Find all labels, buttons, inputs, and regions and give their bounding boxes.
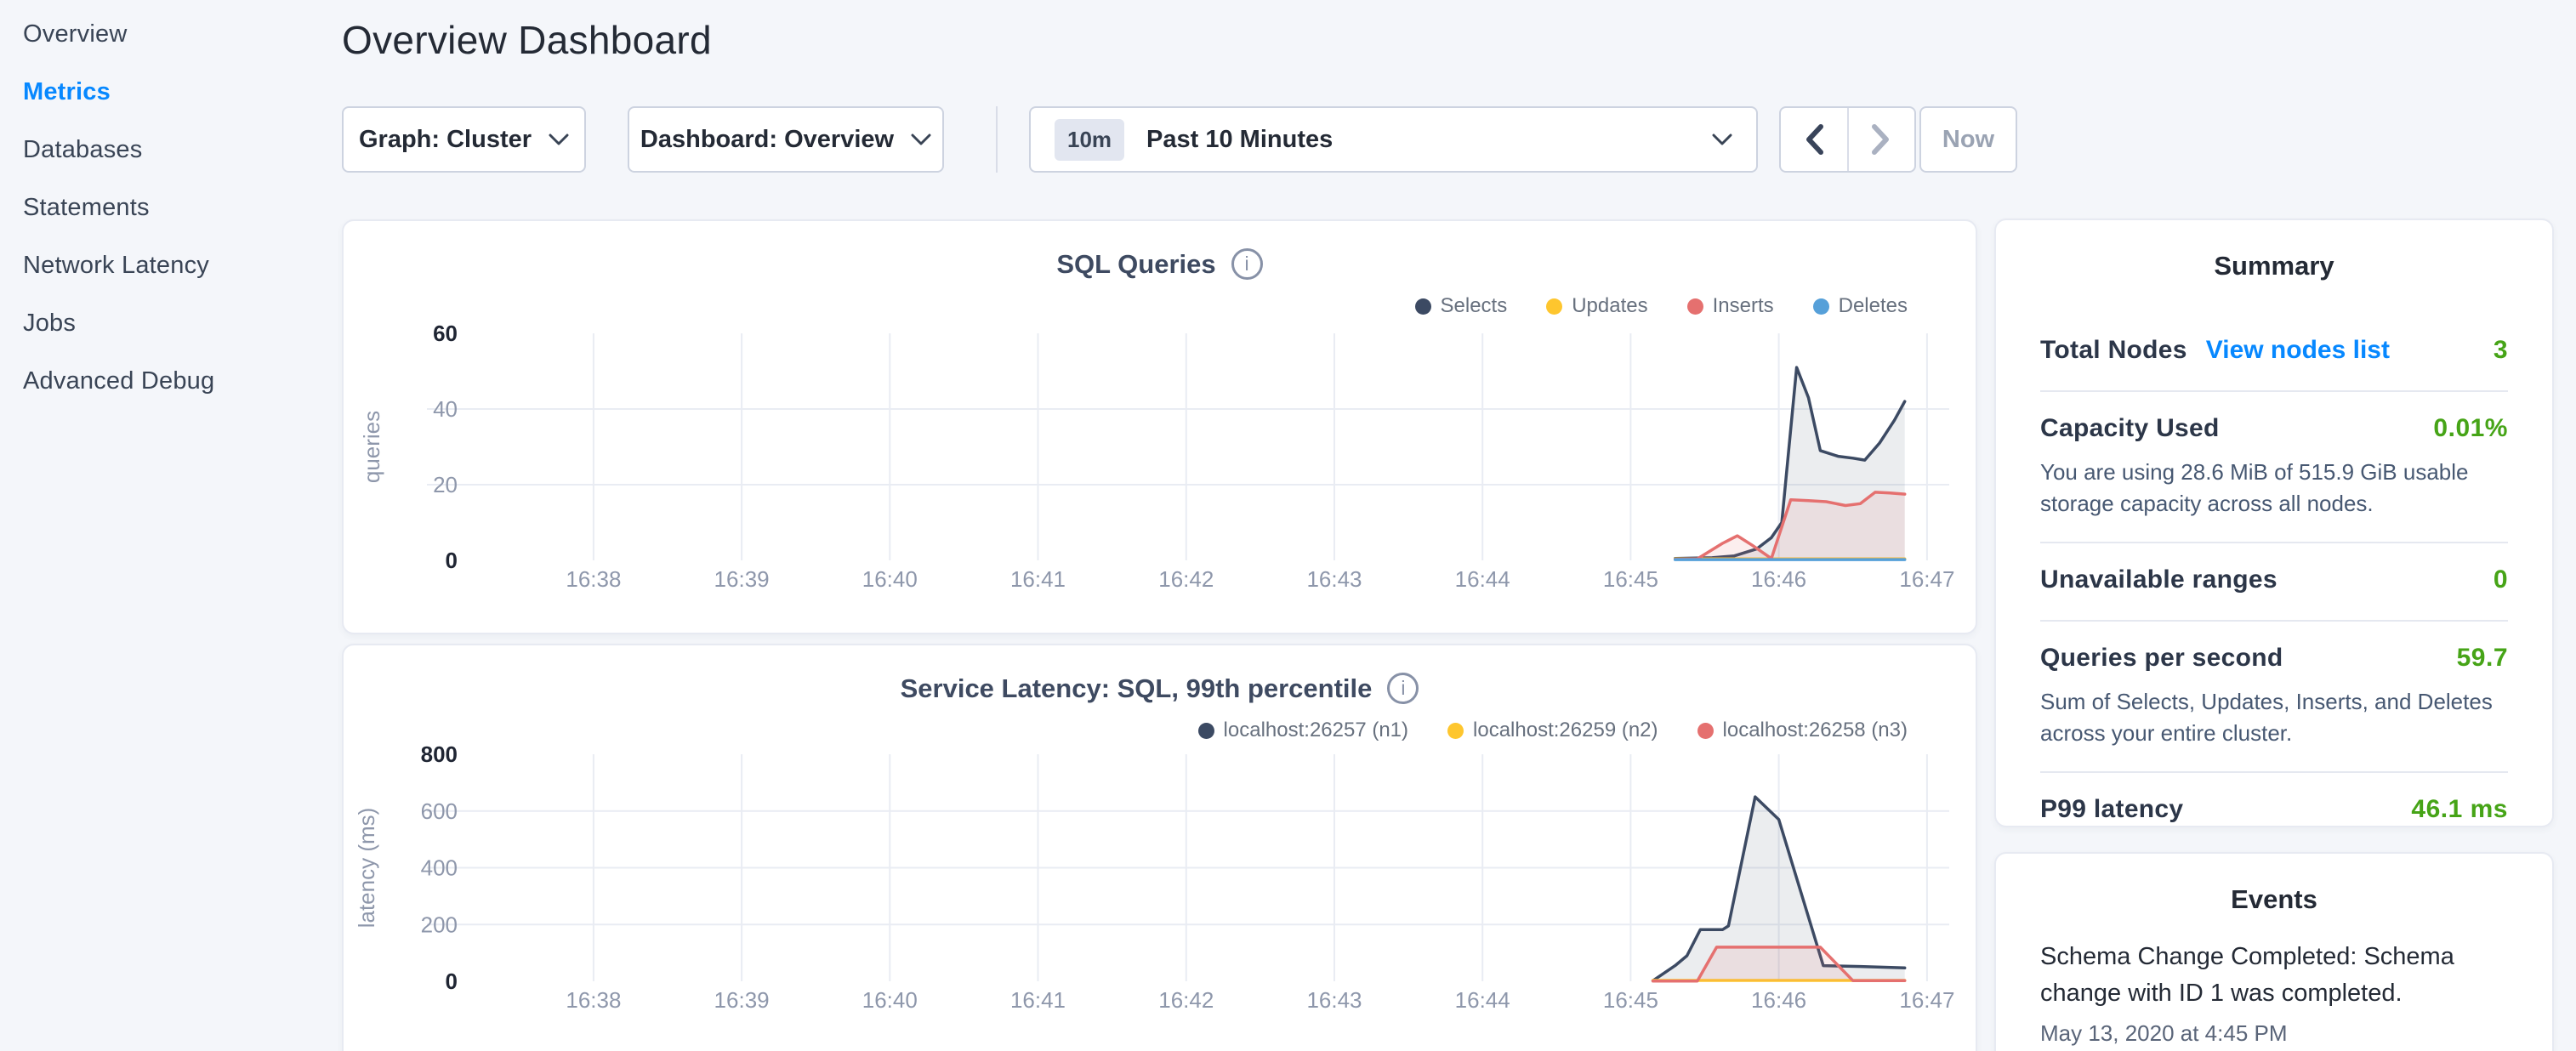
sidebar-item-statements[interactable]: Statements — [23, 195, 342, 220]
svg-text:16:40: 16:40 — [862, 566, 918, 592]
summary-title: Summary — [1996, 220, 2552, 281]
sidebar-item-jobs[interactable]: Jobs — [23, 310, 342, 336]
summary-label: Total Nodes — [2040, 336, 2187, 365]
svg-text:16:44: 16:44 — [1455, 987, 1510, 1013]
svg-text:16:47: 16:47 — [1899, 987, 1954, 1013]
svg-text:16:41: 16:41 — [1010, 566, 1066, 592]
svg-text:16:38: 16:38 — [566, 987, 621, 1013]
legend-dot-icon — [1198, 723, 1214, 739]
sidebar-item-databases[interactable]: Databases — [23, 137, 342, 162]
chevron-left-icon — [1805, 124, 1823, 155]
svg-text:16:43: 16:43 — [1306, 987, 1362, 1013]
events-panel: Events Schema Change Completed: Schema c… — [1994, 852, 2554, 1051]
event-timestamp: May 13, 2020 at 4:45 PM — [2040, 1020, 2508, 1047]
svg-text:40: 40 — [433, 396, 458, 422]
summary-value: 3 — [2494, 336, 2508, 365]
svg-text:16:46: 16:46 — [1751, 987, 1806, 1013]
svg-text:latency (ms): latency (ms) — [354, 808, 379, 929]
summary-label: P99 latency — [2040, 795, 2183, 824]
legend-dot-icon — [1447, 723, 1464, 739]
page-title: Overview Dashboard — [342, 17, 712, 63]
summary-description: Sum of Selects, Updates, Inserts, and De… — [2040, 686, 2508, 771]
graph-dropdown[interactable]: Graph: Cluster — [342, 106, 586, 173]
info-icon[interactable]: i — [1387, 673, 1419, 704]
summary-value: 0 — [2494, 565, 2508, 594]
time-range-badge: 10m — [1055, 119, 1124, 161]
sidebar-item-advanced-debug[interactable]: Advanced Debug — [23, 368, 342, 394]
summary-row-p99: P99 latency 46.1 ms — [2040, 773, 2508, 849]
now-button[interactable]: Now — [1919, 106, 2017, 173]
time-forward-button[interactable] — [1849, 108, 1915, 171]
svg-text:16:47: 16:47 — [1899, 566, 1954, 592]
summary-row-unavailable-ranges: Unavailable ranges 0 — [2040, 543, 2508, 620]
svg-text:16:46: 16:46 — [1751, 566, 1806, 592]
events-title: Events — [1996, 854, 2552, 915]
summary-value: 0.01% — [2433, 414, 2508, 443]
controls-divider — [996, 106, 998, 173]
legend-dot-icon — [1697, 723, 1714, 739]
summary-value: 59.7 — [2457, 644, 2508, 673]
now-button-label: Now — [1942, 126, 1994, 154]
svg-text:16:45: 16:45 — [1603, 987, 1658, 1013]
time-back-button[interactable] — [1781, 108, 1849, 171]
svg-text:queries: queries — [359, 411, 384, 483]
legend-dot-icon — [1813, 298, 1829, 315]
sidebar-item-network-latency[interactable]: Network Latency — [23, 253, 342, 278]
chart-title: SQL Queries — [1056, 249, 1215, 280]
svg-text:16:40: 16:40 — [862, 987, 918, 1013]
svg-text:600: 600 — [421, 798, 458, 824]
legend-dot-icon — [1415, 298, 1431, 315]
svg-text:0: 0 — [446, 548, 458, 573]
graph-dropdown-label: Graph: Cluster — [359, 126, 532, 154]
svg-text:16:38: 16:38 — [566, 566, 621, 592]
summary-panel: Summary Total Nodes View nodes list 3 Ca… — [1994, 219, 2554, 827]
summary-row-total-nodes: Total Nodes View nodes list 3 — [2040, 314, 2508, 390]
svg-text:0: 0 — [446, 969, 458, 994]
svg-text:16:39: 16:39 — [714, 987, 770, 1013]
chevron-right-icon — [1872, 124, 1891, 155]
summary-label: Unavailable ranges — [2040, 565, 2277, 594]
view-nodes-list-link[interactable]: View nodes list — [2206, 336, 2390, 365]
event-item[interactable]: Schema Change Completed: Schema change w… — [1996, 915, 2552, 1047]
svg-text:16:39: 16:39 — [714, 566, 770, 592]
chevron-down-icon — [1712, 134, 1732, 146]
sql-queries-chart-card: SQL Queries i SelectsUpdatesInsertsDelet… — [342, 219, 1977, 634]
time-range-select[interactable]: 10m Past 10 Minutes — [1029, 106, 1758, 173]
svg-text:16:42: 16:42 — [1158, 566, 1214, 592]
svg-text:16:42: 16:42 — [1158, 987, 1214, 1013]
svg-text:16:43: 16:43 — [1306, 566, 1362, 592]
chart-title: Service Latency: SQL, 99th percentile — [901, 673, 1373, 704]
time-range-label: Past 10 Minutes — [1146, 126, 1333, 154]
chevron-down-icon — [911, 134, 931, 146]
svg-text:20: 20 — [433, 472, 458, 497]
svg-text:16:45: 16:45 — [1603, 566, 1658, 592]
summary-value: 46.1 ms — [2411, 795, 2508, 824]
svg-text:60: 60 — [433, 321, 458, 346]
sidebar: Overview Metrics Databases Statements Ne… — [0, 0, 342, 1051]
info-icon[interactable]: i — [1231, 248, 1263, 280]
event-message: Schema Change Completed: Schema change w… — [2040, 939, 2508, 1012]
svg-text:16:41: 16:41 — [1010, 987, 1066, 1013]
sidebar-item-overview[interactable]: Overview — [23, 21, 342, 47]
dashboard-dropdown[interactable]: Dashboard: Overview — [628, 106, 944, 173]
summary-label: Capacity Used — [2040, 414, 2220, 443]
svg-text:200: 200 — [421, 912, 458, 937]
legend-dot-icon — [1546, 298, 1562, 315]
summary-label: Queries per second — [2040, 644, 2283, 673]
svg-text:400: 400 — [421, 855, 458, 881]
dashboard-dropdown-label: Dashboard: Overview — [640, 126, 894, 154]
service-latency-chart-card: Service Latency: SQL, 99th percentile i … — [342, 644, 1977, 1051]
summary-description: You are using 28.6 MiB of 515.9 GiB usab… — [2040, 457, 2508, 542]
chevron-down-icon — [549, 134, 569, 146]
service-latency-plot[interactable]: 16:38 16:39 16:40 16:41 16:42 16:43 16:44 16:45… — [344, 739, 1979, 1051]
svg-text:800: 800 — [421, 741, 458, 767]
sql-queries-plot[interactable]: 16:38 16:39 16:40 16:41 16:42 16:43 16:44 16:45… — [344, 313, 1979, 636]
time-step-buttons — [1779, 106, 1916, 173]
legend-dot-icon — [1687, 298, 1703, 315]
svg-text:16:44: 16:44 — [1455, 566, 1510, 592]
sidebar-item-metrics[interactable]: Metrics — [23, 79, 342, 105]
